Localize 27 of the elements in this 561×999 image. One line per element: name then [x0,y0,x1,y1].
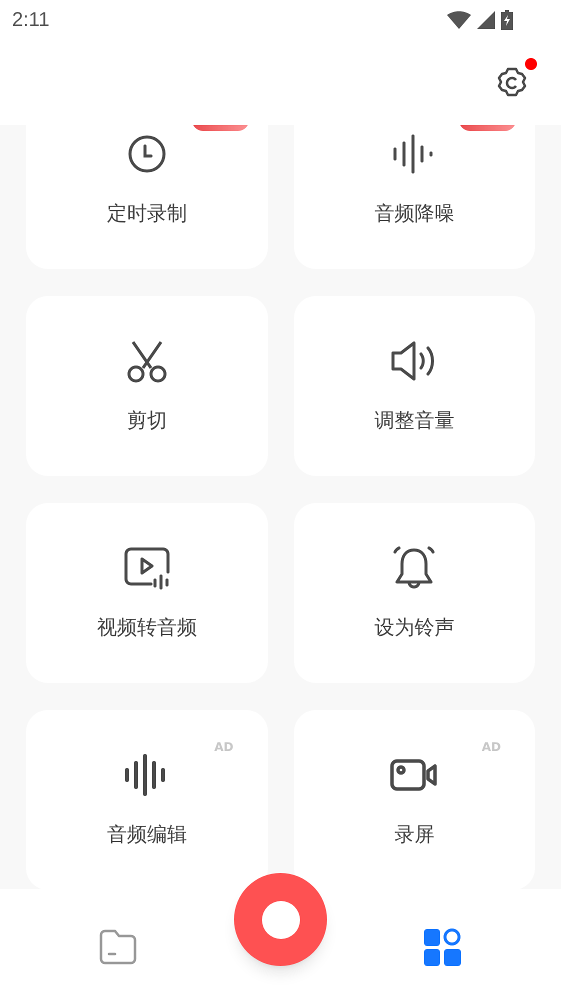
tool-label: 录屏 [394,821,434,848]
tool-label: 剪切 [126,407,167,434]
tool-label: 设为铃声 [374,614,454,641]
grid-apps-icon [424,928,462,966]
video-play-icon [122,546,171,590]
scissors-icon [124,339,169,383]
clock-icon [126,134,167,174]
tool-card[interactable]: 定时录制 [26,125,268,269]
files-tab[interactable] [98,927,138,967]
tool-card[interactable]: 视频转音频 [26,503,268,683]
tool-card[interactable]: 音频降噪 [294,125,535,269]
tool-card[interactable]: 设为铃声 [294,503,535,683]
tool-label: 视频转音频 [96,614,197,641]
battery-charging-icon [501,10,513,30]
tool-label: 定时录制 [106,200,187,227]
settings-icon[interactable] [495,66,529,100]
status-time: 2:11 [12,8,50,33]
tool-label: 音频降噪 [374,200,454,227]
tool-card[interactable]: 调整音量 [294,296,535,476]
tool-card[interactable]: 剪切 [26,296,268,476]
signal-icon [477,11,495,29]
folder-icon [99,929,137,965]
tool-label: 调整音量 [374,407,454,434]
video-camera-icon [390,759,438,791]
tools-tab[interactable] [423,927,463,967]
wifi-icon [447,11,471,29]
tool-label: 音频编辑 [106,821,187,848]
